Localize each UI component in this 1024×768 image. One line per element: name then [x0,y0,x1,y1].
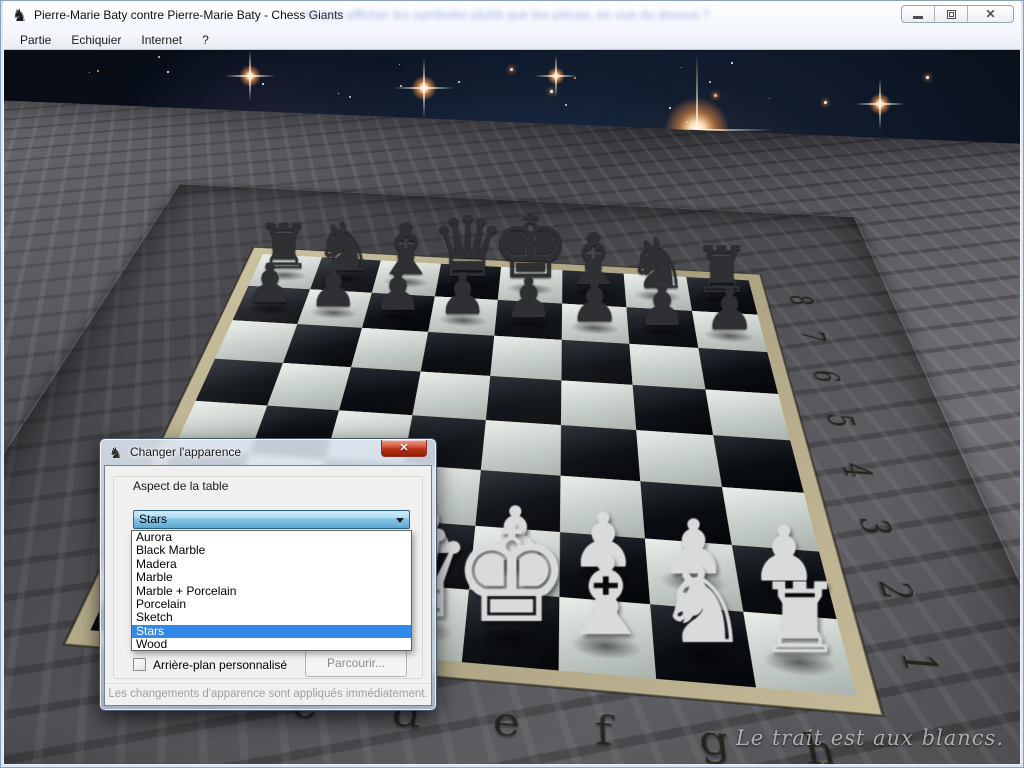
black-pawn-glyph: ♟ [637,279,687,332]
app-knight-icon: ♞ [12,7,30,25]
app-window: ♞ Pierre-Marie Baty contre Pierre-Marie … [0,0,1024,768]
dropdown-item-stars[interactable]: Stars [132,625,411,638]
dialog-body: Aspect de la table Stars AuroraBlack Mar… [104,465,432,706]
appearance-dialog: ♞ Changer l'apparence ✕ Aspect de la tab… [99,438,437,711]
window-titlebar[interactable]: ♞ Pierre-Marie Baty contre Pierre-Marie … [4,1,1020,30]
black-pawn-glyph: ♟ [704,283,755,337]
dropdown-item-marble-porcelain[interactable]: Marble + Porcelain [132,585,411,598]
white-rook-glyph: ♜ [757,573,844,665]
dropdown-item-aurora[interactable]: Aurora [132,531,411,544]
menu-partie[interactable]: Partie [10,31,61,49]
minimize-icon [913,16,923,19]
menu-echiquier[interactable]: Echiquier [61,31,131,49]
dialog-close-button[interactable]: ✕ [381,440,427,457]
white-knight-glyph: ♞ [655,557,749,656]
window-title: Pierre-Marie Baty contre Pierre-Marie Ba… [34,8,343,22]
dialog-status-text: Les changements d'apparence sont appliqu… [105,683,431,705]
dropdown-item-madera[interactable]: Madera [132,558,411,571]
dropdown-item-porcelain[interactable]: Porcelain [132,598,411,611]
groupbox-label: Aspect de la table [129,479,232,493]
black-pawn-glyph: ♟ [373,265,422,317]
close-button[interactable]: ✕ [968,6,1013,22]
restore-icon [947,10,956,19]
dialog-title: Changer l'apparence [130,445,241,459]
black-pawn-glyph: ♟ [309,262,358,314]
appearance-dropdown-list: AuroraBlack MarbleMaderaMarbleMarble + P… [131,530,412,651]
turn-indicator: Le trait est aux blancs. [736,726,1004,750]
piece-black-pawn-f7[interactable]: ♟♟ [561,303,629,343]
dialog-knight-icon: ♞ [109,444,122,462]
close-icon: ✕ [985,7,995,21]
piece-black-pawn-b7[interactable]: ♟♟ [297,289,372,328]
black-pawn-glyph: ♟ [245,258,294,310]
white-king-glyph: ♚ [452,514,571,641]
black-pawn-glyph: ♟ [570,276,620,329]
piece-black-pawn-d7[interactable]: ♟♟ [428,296,498,336]
dropdown-item-black-marble[interactable]: Black Marble [132,544,411,557]
window-controls: ✕ [901,5,1014,23]
table-aspect-combobox[interactable]: Stars [133,510,410,529]
dialog-titlebar[interactable]: ♞ Changer l'apparence ✕ [100,439,436,465]
menu-internet[interactable]: Internet [131,31,192,49]
maximize-button[interactable] [935,6,968,22]
custom-background-checkbox[interactable] [133,658,146,671]
combobox-value: Stars [139,512,167,526]
dropdown-item-marble[interactable]: Marble [132,571,411,584]
menu-bar: Partie Echiquier Internet ? [4,30,1020,50]
white-bishop-glyph: ♝ [558,545,655,648]
ghost-tooltip-text: ne pas afficher les symboles plutôt que … [304,7,924,22]
minimize-button[interactable] [902,6,935,22]
custom-background-label: Arrière-plan personnalisé [153,658,287,672]
piece-black-pawn-e7[interactable]: ♟♟ [494,300,562,340]
dropdown-item-sketch[interactable]: Sketch [132,611,411,624]
dropdown-item-wood[interactable]: Wood [132,638,411,651]
black-pawn-glyph: ♟ [504,272,554,325]
chevron-down-icon [396,518,404,523]
game-viewport: abcdefgh12345678♜♜♞♞♝♝♛♛♚♚♝♝♞♞♜♜♟♟♟♟♟♟♟♟… [4,50,1020,764]
menu-help[interactable]: ? [192,31,219,49]
black-pawn-glyph: ♟ [438,269,488,322]
dialog-close-icon: ✕ [399,442,408,454]
browse-button[interactable]: Parcourir... [305,650,407,677]
